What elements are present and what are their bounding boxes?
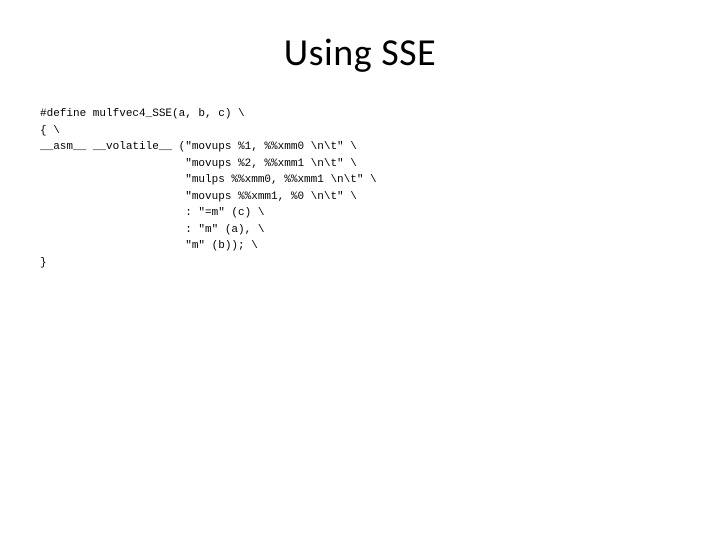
code-block: #define mulfvec4_SSE(a, b, c) \ { \ __as… xyxy=(40,106,680,271)
slide: Using SSE #define mulfvec4_SSE(a, b, c) … xyxy=(0,0,720,540)
slide-title: Using SSE xyxy=(40,30,680,76)
